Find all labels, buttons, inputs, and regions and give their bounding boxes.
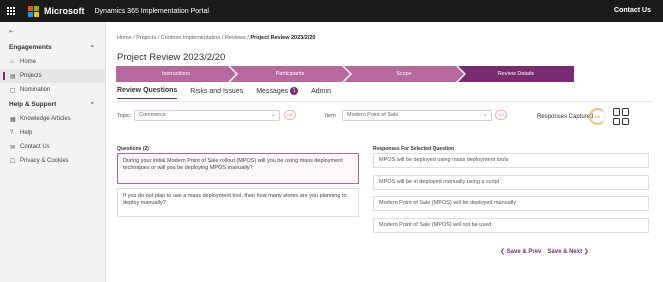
step-label: Participants xyxy=(275,71,305,77)
topic-value: Commerce xyxy=(139,112,166,118)
item-value: Modern Point of Sale xyxy=(347,112,399,118)
projects-icon: ▤ xyxy=(10,73,16,80)
main-content: Home / Projects / Contoso Implementation… xyxy=(106,22,663,282)
tab-label: Risks and Issues xyxy=(190,87,244,95)
grid-view-icon[interactable] xyxy=(613,108,630,125)
breadcrumb: Home / Projects / Contoso Implementation… xyxy=(117,35,316,41)
privacy-icon: ☐ xyxy=(10,158,16,165)
home-icon: ⌂ xyxy=(10,59,14,65)
item-progress-pill: 0/2 xyxy=(495,110,507,120)
help-icon: ? xyxy=(10,130,14,136)
response-option[interactable]: Modern Point of Sale (MPOS) will be depl… xyxy=(373,196,649,211)
tab-label: Admin xyxy=(311,87,331,95)
responses-percent: 0% xyxy=(594,114,601,119)
chevron-down-icon[interactable]: ⌄ xyxy=(271,111,276,120)
tab-label: Messages xyxy=(256,87,289,95)
sidebar-item-label: Home xyxy=(20,59,37,65)
sidebar-item-label: Projects xyxy=(20,73,42,79)
step-scope[interactable]: Scope xyxy=(344,66,464,82)
brand-name: Microsoft xyxy=(44,6,85,16)
step-progress: Instructions Participants Scope Review D… xyxy=(116,66,574,82)
step-label: Instructions xyxy=(161,71,191,77)
sidebar-item-nomination[interactable]: ▢ Nomination xyxy=(0,83,105,97)
sidebar-item-knowledge-articles[interactable]: ▦ Knowledge Articles xyxy=(0,112,105,126)
sidebar-item-label: Knowledge Articles xyxy=(20,116,71,122)
breadcrumb-project[interactable]: Contoso Implementation xyxy=(161,35,221,41)
breadcrumb-home[interactable]: Home xyxy=(117,35,132,41)
breadcrumb-current: Project Review 2023/2/20 xyxy=(250,35,316,41)
sidebar-item-label: Privacy & Cookies xyxy=(20,158,69,164)
sidebar-item-label: Help xyxy=(20,130,33,136)
sidebar-item-label: Contact Us xyxy=(20,144,50,150)
tab-divider xyxy=(117,101,653,102)
page-title: Project Review 2023/2/20 xyxy=(117,52,226,63)
sidebar-item-label: Nomination xyxy=(20,87,51,93)
save-prev-button[interactable]: ❮ Save & Prev xyxy=(500,248,541,255)
sidebar: ⇤ Engagements ⌃ ⌂ Home ▤ Projects ▢ Nomi… xyxy=(0,22,106,282)
response-option[interactable]: MPOS will be deployed using mass deploym… xyxy=(373,153,649,168)
collapse-icon[interactable]: ⇤ xyxy=(0,28,105,40)
breadcrumb-reviews[interactable]: Reviews xyxy=(225,35,246,41)
sidebar-section-engagements[interactable]: Engagements ⌃ xyxy=(0,40,105,55)
pagination-links: ❮ Save & Prev Save & Next ❯ xyxy=(500,248,589,255)
message-count-badge: 1 xyxy=(290,87,299,95)
chevron-down-icon[interactable]: ⌄ xyxy=(483,111,488,120)
sidebar-item-home[interactable]: ⌂ Home xyxy=(0,55,105,69)
save-next-button[interactable]: Save & Next ❯ xyxy=(547,248,588,255)
topic-label: Topic xyxy=(117,113,130,119)
section-label: Help & Support xyxy=(9,101,57,108)
questions-header: Questions (2) xyxy=(117,146,149,152)
item-select[interactable]: Modern Point of Sale ⌄ xyxy=(342,110,492,121)
question-item[interactable]: If you do not plan to use a mass deploym… xyxy=(117,188,359,217)
top-bar: Microsoft Dynamics 365 Implementation Po… xyxy=(0,0,663,22)
step-label: Scope xyxy=(396,71,412,77)
sidebar-item-help[interactable]: ? Help xyxy=(0,126,105,140)
responses-captured-label: Responses Captured xyxy=(537,114,594,120)
response-option[interactable]: Modern Point of Sale (MPOS) will not be … xyxy=(373,218,649,233)
sidebar-item-projects[interactable]: ▤ Projects xyxy=(0,69,105,83)
tab-admin[interactable]: Admin xyxy=(311,87,331,99)
tab-messages[interactable]: Messages 1 xyxy=(256,87,299,99)
microsoft-logo-icon xyxy=(28,5,39,17)
responses-progress-ring: 0% xyxy=(589,108,606,125)
portal-title[interactable]: Dynamics 365 Implementation Portal xyxy=(95,8,209,15)
tab-label: Review Questions xyxy=(117,87,178,94)
nomination-icon: ▢ xyxy=(10,87,16,94)
topic-select[interactable]: Commerce ⌄ xyxy=(134,110,280,121)
tab-bar: Review Questions Risks and Issues Messag… xyxy=(117,87,331,99)
chevron-up-icon[interactable]: ⌃ xyxy=(90,44,95,52)
step-label: Review Details xyxy=(497,71,535,77)
sidebar-section-help[interactable]: Help & Support ⌃ xyxy=(0,97,105,112)
topic-progress-pill: 0/8 xyxy=(284,110,296,120)
contact-us-link[interactable]: Contact Us xyxy=(614,0,651,22)
item-label: Item xyxy=(325,113,336,119)
section-label: Engagements xyxy=(9,44,52,51)
app-launcher-icon[interactable] xyxy=(0,0,22,22)
tab-review-questions[interactable]: Review Questions xyxy=(117,87,178,99)
responses-header: Responses For Selected Question xyxy=(373,146,455,152)
step-review-details[interactable]: Review Details xyxy=(458,66,574,82)
sidebar-item-contact-us[interactable]: ✉ Contact Us xyxy=(0,140,105,154)
question-item-selected[interactable]: During your initial Modern Point of Sale… xyxy=(117,153,359,184)
step-instructions[interactable]: Instructions xyxy=(116,66,236,82)
tab-risks-and-issues[interactable]: Risks and Issues xyxy=(190,87,243,99)
step-participants[interactable]: Participants xyxy=(230,66,350,82)
contact-icon: ✉ xyxy=(10,144,16,151)
book-icon: ▦ xyxy=(10,116,16,123)
sidebar-item-privacy[interactable]: ☐ Privacy & Cookies xyxy=(0,154,105,168)
breadcrumb-projects[interactable]: Projects xyxy=(136,35,156,41)
chevron-up-icon[interactable]: ⌃ xyxy=(90,101,95,109)
response-option[interactable]: MPOS will be in deployed manually using … xyxy=(373,175,649,190)
